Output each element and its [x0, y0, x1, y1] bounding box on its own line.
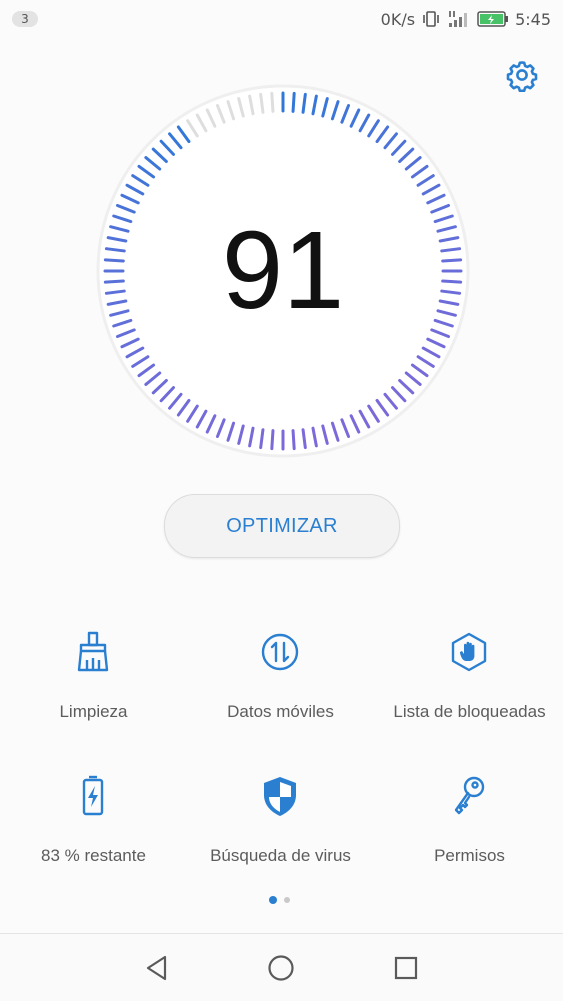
battery-charging-icon: [477, 10, 509, 28]
tool-permissions[interactable]: Permisos: [376, 774, 563, 894]
back-icon: [146, 955, 167, 981]
back-button[interactable]: [139, 950, 175, 986]
shield-icon: [264, 777, 296, 816]
dial-tick-inactive: [270, 91, 275, 113]
blocked-hand-icon: [451, 632, 487, 672]
navigation-bar: [0, 933, 563, 1001]
dial-tick-active: [291, 91, 296, 113]
notification-count-badge: 3: [12, 11, 38, 27]
broom-icon: [77, 631, 109, 672]
tool-mobile-data[interactable]: Datos móviles: [187, 630, 374, 750]
vibrate-icon: [421, 9, 441, 29]
dial-tick-active: [270, 429, 275, 451]
tool-cleanup[interactable]: Limpieza: [0, 630, 187, 750]
dial-tick-active: [291, 429, 296, 451]
recents-button[interactable]: [388, 950, 424, 986]
data-transfer-icon: [261, 633, 299, 671]
key-icon: [454, 776, 485, 815]
home-button[interactable]: [263, 950, 299, 986]
battery-icon: [82, 775, 104, 816]
tool-label: Permisos: [434, 846, 505, 865]
tool-virus-scan[interactable]: Búsqueda de virus: [187, 774, 374, 894]
page-indicator: [0, 896, 563, 904]
page-dot: [284, 897, 290, 903]
tool-blocklist[interactable]: Lista de bloqueadas: [376, 630, 563, 750]
signal-icon: [447, 9, 471, 29]
tool-label: Datos móviles: [227, 702, 334, 721]
clock: 5:45: [515, 9, 551, 29]
status-bar: 3 0K/s 5:45: [0, 0, 563, 38]
page-dot-active: [269, 896, 277, 904]
status-right-group: 0K/s 5:45: [381, 8, 551, 30]
tool-battery[interactable]: 83 % restante: [0, 774, 187, 894]
optimization-score: 91: [221, 209, 345, 332]
tool-label: Búsqueda de virus: [210, 846, 351, 865]
tool-label: Limpieza: [59, 702, 128, 721]
home-icon: [268, 955, 294, 981]
tool-label: 83 % restante: [41, 846, 146, 865]
tool-label: Lista de bloqueadas: [393, 702, 546, 721]
gear-icon: [506, 61, 538, 93]
optimize-button[interactable]: OPTIMIZAR: [164, 494, 400, 558]
recents-icon: [394, 956, 418, 980]
network-speed: 0K/s: [380, 9, 416, 29]
settings-button[interactable]: [505, 58, 539, 93]
